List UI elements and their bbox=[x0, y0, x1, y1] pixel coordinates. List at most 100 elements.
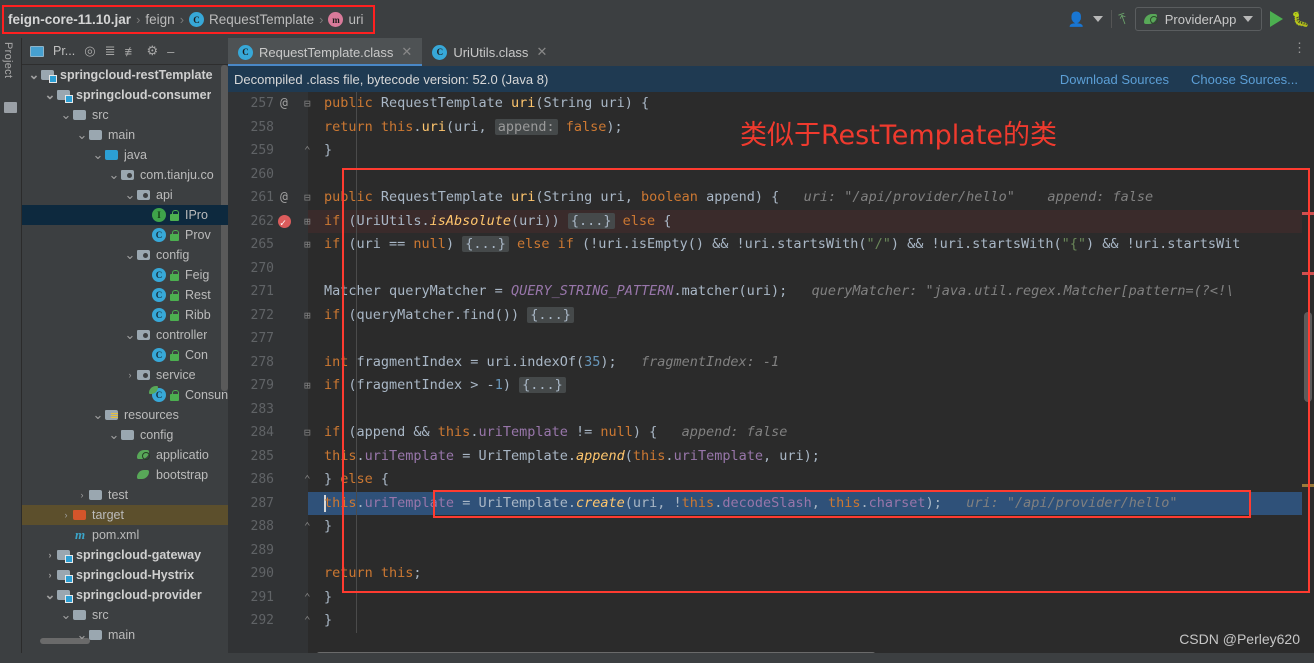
code-line-287[interactable]: 287 this.uriTemplate = UriTemplate.create… bbox=[228, 491, 1314, 516]
annotation-marker-icon[interactable]: @ bbox=[280, 186, 288, 210]
warning-marker[interactable] bbox=[1302, 484, 1314, 487]
fold-end-icon[interactable]: ⌃ bbox=[304, 515, 311, 539]
fold-expand-icon[interactable]: ⊞ bbox=[304, 210, 311, 234]
code-line-279[interactable]: 279 ⊞ if (fragmentIndex > -1) {...} bbox=[228, 374, 1314, 398]
tree-item-applicatio[interactable]: applicatio bbox=[22, 445, 228, 465]
choose-sources-link[interactable]: Choose Sources... bbox=[1191, 72, 1298, 87]
code-line-286[interactable]: 286⌃} else { bbox=[228, 468, 1314, 492]
more-options-icon[interactable]: ⋮ bbox=[1293, 41, 1306, 54]
tree-item-controller[interactable]: ⌄ controller bbox=[22, 325, 228, 345]
breakpoint-icon[interactable] bbox=[278, 212, 291, 235]
code-line-278[interactable]: 278 int fragmentIndex = uri.indexOf(35); … bbox=[228, 351, 1314, 375]
tree-item-springcloud-gateway[interactable]: › springcloud-gateway bbox=[22, 545, 228, 565]
breadcrumb-item-jar[interactable]: feign-core-11.10.jar bbox=[8, 12, 131, 27]
debug-icon[interactable]: 🐛 bbox=[1291, 10, 1310, 28]
code-text[interactable]: this.uriTemplate = UriTemplate.create(ur… bbox=[324, 492, 1178, 516]
caret-down-icon[interactable] bbox=[1243, 16, 1254, 22]
code-text[interactable]: return this.uri(uri, append: false); bbox=[324, 116, 623, 140]
close-icon[interactable]: ✕ bbox=[536, 44, 547, 60]
chevron-right-icon[interactable]: › bbox=[124, 370, 136, 380]
code-line-265[interactable]: 265 ⊞ if (uri == null) {...} else if (!uri… bbox=[228, 233, 1314, 257]
chevron-down-icon[interactable]: ⌄ bbox=[60, 108, 72, 121]
chevron-down-icon[interactable]: ⌄ bbox=[108, 428, 120, 441]
run-icon[interactable] bbox=[1270, 11, 1284, 27]
chevron-down-icon[interactable] bbox=[1093, 16, 1104, 22]
settings-icon[interactable]: ⚙ bbox=[146, 43, 158, 59]
chevron-down-icon[interactable]: ⌄ bbox=[60, 608, 72, 621]
fold-collapse-icon[interactable]: ⊟ bbox=[304, 92, 311, 116]
chevron-down-icon[interactable]: ⌄ bbox=[124, 328, 136, 341]
annotation-marker-icon[interactable]: @ bbox=[280, 92, 288, 116]
close-icon[interactable]: ✕ bbox=[401, 44, 412, 60]
tree-item-src[interactable]: ⌄ src bbox=[22, 605, 228, 625]
code-text[interactable]: } bbox=[324, 586, 332, 610]
tree-item-main[interactable]: ⌄ main bbox=[22, 125, 228, 145]
code-text[interactable]: public RequestTemplate uri(String uri, b… bbox=[324, 186, 1153, 210]
fold-end-icon[interactable]: ⌃ bbox=[304, 586, 311, 610]
run-configuration-selector[interactable]: ProviderApp bbox=[1134, 7, 1263, 31]
tree-item-com-tianju-co[interactable]: ⌄ com.tianju.co bbox=[22, 165, 228, 185]
fold-end-icon[interactable]: ⌃ bbox=[304, 468, 311, 492]
code-text[interactable]: } bbox=[324, 515, 332, 539]
tree-item-con[interactable]: C Con bbox=[22, 345, 228, 365]
tab-uri-utils[interactable]: C UriUtils.class ✕ bbox=[422, 38, 557, 66]
project-tree[interactable]: ⌄ springcloud-restTemplate ⌄ springcloud-co… bbox=[22, 65, 228, 646]
fold-end-icon[interactable]: ⌃ bbox=[304, 609, 311, 633]
chevron-down-icon[interactable]: ⌄ bbox=[44, 88, 56, 101]
chevron-down-icon[interactable]: ⌄ bbox=[124, 248, 136, 261]
tree-item-springcloud-hystrix[interactable]: › springcloud-Hystrix bbox=[22, 565, 228, 585]
tree-item-src[interactable]: ⌄ src bbox=[22, 105, 228, 125]
fold-expand-icon[interactable]: ⊞ bbox=[304, 374, 311, 398]
project-tool-window-label[interactable]: Project bbox=[2, 42, 14, 78]
code-line-277[interactable]: 277 bbox=[228, 327, 1314, 351]
code-text[interactable]: if (queryMatcher.find()) {...} bbox=[324, 304, 574, 328]
tree-item-ribb[interactable]: C Ribb bbox=[22, 305, 228, 325]
project-window-icon[interactable] bbox=[4, 102, 17, 113]
fold-collapse-icon[interactable]: ⊟ bbox=[304, 421, 311, 445]
code-text[interactable]: if (uri == null) {...} else if (!uri.isE… bbox=[324, 233, 1240, 257]
code-text[interactable]: this.uriTemplate = UriTemplate.append(th… bbox=[324, 445, 820, 469]
code-line-257[interactable]: 257 @ ⊟ public RequestTemplate uri(String u… bbox=[228, 92, 1314, 116]
code-line-292[interactable]: 292 ⌃} bbox=[228, 609, 1314, 633]
wrench-icon[interactable]: ⤒ bbox=[1117, 10, 1129, 28]
code-text[interactable]: } bbox=[324, 609, 332, 633]
tree-item-main[interactable]: ⌄ main bbox=[22, 625, 228, 645]
chevron-right-icon[interactable]: › bbox=[44, 550, 56, 560]
code-line-291[interactable]: 291 ⌃} bbox=[228, 586, 1314, 610]
tree-item-springcloud-resttemplate[interactable]: ⌄ springcloud-restTemplate bbox=[22, 65, 228, 85]
scrollbar-thumb[interactable] bbox=[1304, 312, 1312, 402]
code-line-289[interactable]: 289 bbox=[228, 539, 1314, 563]
tree-item-springcloud-provider[interactable]: ⌄ springcloud-provider bbox=[22, 585, 228, 605]
tree-item-java[interactable]: ⌄ java bbox=[22, 145, 228, 165]
expand-all-icon[interactable]: ≣ bbox=[105, 43, 116, 59]
chevron-down-icon[interactable]: ⌄ bbox=[124, 188, 136, 201]
fold-expand-icon[interactable]: ⊞ bbox=[304, 304, 311, 328]
code-line-260[interactable]: 260 bbox=[228, 163, 1314, 187]
project-view-icon[interactable] bbox=[30, 45, 44, 57]
tree-item-pom-xml[interactable]: m pom.xml bbox=[22, 525, 228, 545]
code-line-261[interactable]: 261 @ ⊟ public RequestTemplate uri(String u… bbox=[228, 186, 1314, 210]
error-marker[interactable] bbox=[1302, 212, 1314, 215]
breadcrumb[interactable]: feign-core-11.10.jar › feign › C Request… bbox=[2, 5, 376, 34]
chevron-down-icon[interactable]: ⌄ bbox=[28, 68, 40, 81]
tree-item-ipro[interactable]: I IPro bbox=[22, 205, 228, 225]
code-line-285[interactable]: 285 this.uriTemplate = UriTemplate.append… bbox=[228, 445, 1314, 469]
download-sources-link[interactable]: Download Sources bbox=[1060, 72, 1169, 87]
chevron-down-icon[interactable]: ⌄ bbox=[92, 408, 104, 421]
tree-item-springcloud-consumer[interactable]: ⌄ springcloud-consumer bbox=[22, 85, 228, 105]
code-line-283[interactable]: 283 bbox=[228, 398, 1314, 422]
tree-item-service[interactable]: › service bbox=[22, 365, 228, 385]
code-viewport[interactable]: 257 @ ⊟ public RequestTemplate uri(String u… bbox=[228, 92, 1314, 663]
code-line-284[interactable]: 284 ⊟ if (append && this.uriTemplate != nu… bbox=[228, 421, 1314, 445]
tree-item-resources[interactable]: ⌄ resources bbox=[22, 405, 228, 425]
tree-item-target[interactable]: › target bbox=[22, 505, 228, 525]
tree-item-config[interactable]: ⌄ config bbox=[22, 245, 228, 265]
chevron-down-icon[interactable]: ⌄ bbox=[108, 168, 120, 181]
chevron-right-icon[interactable]: › bbox=[76, 490, 88, 500]
breadcrumb-item-class[interactable]: C RequestTemplate bbox=[189, 12, 314, 27]
collapse-all-icon[interactable]: ≢ bbox=[124, 44, 137, 59]
fold-collapse-icon[interactable]: ⊟ bbox=[304, 186, 311, 210]
breadcrumb-item-package[interactable]: feign bbox=[145, 12, 174, 27]
code-text[interactable]: Matcher queryMatcher = QUERY_STRING_PATT… bbox=[324, 280, 1234, 304]
chevron-down-icon[interactable]: ⌄ bbox=[76, 128, 88, 141]
